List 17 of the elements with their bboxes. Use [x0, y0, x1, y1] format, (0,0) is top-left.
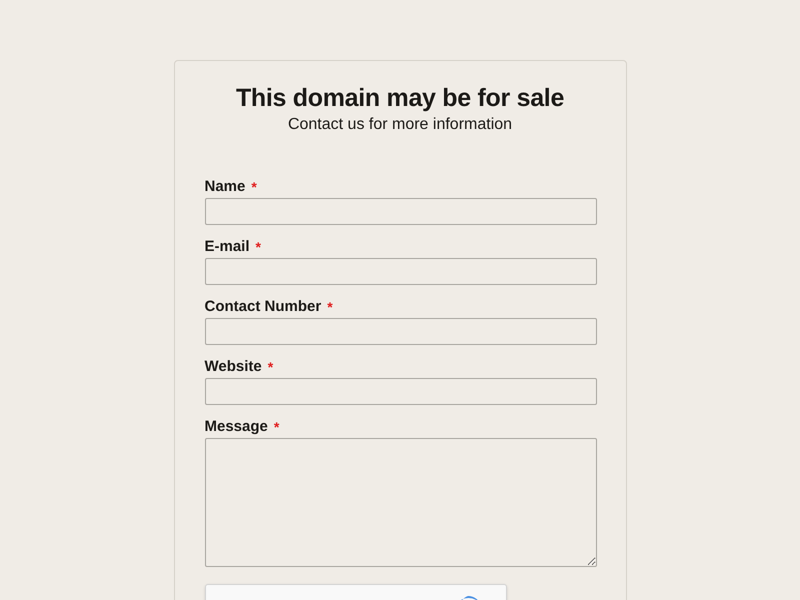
input-field[interactable] — [204, 198, 596, 225]
subtitle: Contact us for more information — [286, 115, 514, 135]
required-mark: * — [256, 238, 261, 256]
input-field[interactable] — [204, 378, 596, 405]
required-mark: * — [268, 358, 274, 376]
required-mark: * — [274, 418, 280, 436]
field-label: Message — [204, 416, 268, 437]
required-mark: * — [327, 298, 333, 316]
field-label: Website — [204, 356, 262, 377]
field-label: Name — [204, 176, 246, 197]
field-label: E-mail — [204, 236, 250, 257]
input-field[interactable] — [204, 318, 596, 345]
message-field[interactable] — [204, 438, 596, 567]
page-title: This domain may be for sale — [234, 83, 566, 114]
input-field[interactable] — [204, 258, 596, 285]
required-mark: * — [251, 178, 257, 196]
field-label: Contact Number — [204, 296, 322, 317]
